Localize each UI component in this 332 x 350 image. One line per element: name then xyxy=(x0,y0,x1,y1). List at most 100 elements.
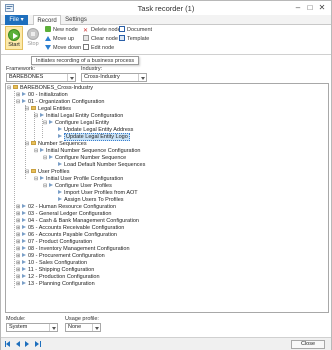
tree-node[interactable]: ⊞ 09 - Procurement Configuration xyxy=(16,253,105,260)
process-icon xyxy=(58,134,62,138)
collapse-icon: ⊟ xyxy=(43,120,48,126)
tree-node[interactable]: ⊞ 05 - Accounts Receivable Configuration xyxy=(16,225,124,232)
expand-icon: ⊞ xyxy=(16,239,21,245)
start-tooltip: Initiates recording of a business proces… xyxy=(31,56,140,65)
tree-node[interactable]: Assign Users To Profiles xyxy=(58,197,124,204)
tree-node[interactable]: ⊟ Configure User Profiles xyxy=(43,183,112,190)
tree-node-label: 07 - Product Configuration xyxy=(28,239,93,245)
folder-icon xyxy=(31,141,36,145)
tree-node[interactable]: ⊟ 01 - Organization Configuration xyxy=(16,99,104,106)
tree-node-label: User Profiles xyxy=(38,169,70,175)
close-window-button[interactable]: ✕ xyxy=(315,3,329,13)
expand-icon: ⊞ xyxy=(16,281,21,287)
tree-node-label: 12 - Production Configuration xyxy=(28,274,100,280)
tree-node[interactable]: ⊟ Configure Number Sequence xyxy=(43,155,126,162)
title-bar: Task recorder (1) – □ ✕ xyxy=(1,1,331,15)
expand-icon: ⊞ xyxy=(16,204,21,210)
ribbon-tabs: File ▾ Record Settings xyxy=(1,15,331,26)
tree-node[interactable]: ⊞ 06 - Accounts Payable Configuration xyxy=(16,232,117,239)
tree-node-label: 05 - Accounts Receivable Configuration xyxy=(28,225,125,231)
move-down-button[interactable]: Move down xyxy=(45,44,81,52)
tree-node-label: 00 - Initialization xyxy=(28,92,68,98)
stop-label: Stop xyxy=(27,41,39,47)
tree-node-label: Initial Number Sequence Configuration xyxy=(46,148,141,154)
tree-node[interactable]: ⊞ 04 - Cash & Bank Management Configurati… xyxy=(16,218,139,225)
process-icon xyxy=(22,92,26,96)
edit-icon xyxy=(83,44,89,50)
new-node-label: New node xyxy=(53,27,78,33)
tree-node[interactable]: ⊞ 12 - Production Configuration xyxy=(16,274,100,281)
tree-node[interactable]: ⊞ 00 - Initialization xyxy=(16,92,68,99)
process-tree[interactable]: ⊟ BAREBONES_Cross-Industry ⊞ 00 - Initiali… xyxy=(5,83,329,313)
process-icon xyxy=(40,176,44,180)
new-node-button[interactable]: New node xyxy=(45,26,78,34)
tree-node-label: 08 - Inventory Management Configuration xyxy=(28,246,130,252)
expand-icon: ⊞ xyxy=(16,267,21,273)
process-icon xyxy=(22,99,26,103)
tree-node-label: Load Default Number Sequences xyxy=(64,162,146,168)
process-icon xyxy=(22,267,26,271)
industry-select[interactable]: Cross-Industry xyxy=(81,73,147,82)
edit-node-button[interactable]: Edit node xyxy=(83,44,114,52)
stop-button[interactable]: Stop xyxy=(24,26,42,50)
previous-record-icon[interactable] xyxy=(15,341,21,347)
tree-node-label: Number Sequences xyxy=(38,141,87,147)
clear-node-button[interactable]: Clear node xyxy=(83,35,118,43)
tree-node-label: Configure Legal Entity xyxy=(55,120,110,126)
tab-settings[interactable]: Settings xyxy=(63,15,89,25)
move-up-button[interactable]: Move up xyxy=(45,35,74,43)
process-icon xyxy=(22,204,26,208)
tree-node[interactable]: ⊟ Legal Entities xyxy=(25,106,71,113)
status-bar: Close xyxy=(1,337,331,350)
tree-node-label: Initial Legal Entity Configuration xyxy=(46,113,124,119)
framework-select[interactable]: BAREBONES xyxy=(6,73,76,82)
process-icon xyxy=(22,274,26,278)
tree-node[interactable]: ⊟ Initial Number Sequence Configuration xyxy=(34,148,140,155)
first-record-icon[interactable] xyxy=(5,341,11,347)
tree-node-label: 03 - General Ledger Configuration xyxy=(28,211,112,217)
expand-icon: ⊞ xyxy=(16,92,21,98)
close-button[interactable]: Close xyxy=(291,340,325,349)
tree-node-label: Configure Number Sequence xyxy=(55,155,127,161)
tab-file[interactable]: File ▾ xyxy=(5,15,28,25)
process-icon xyxy=(22,253,26,257)
tree-node[interactable]: ⊞ 07 - Product Configuration xyxy=(16,239,92,246)
process-icon xyxy=(40,113,44,117)
tree-node[interactable]: ⊟ Initial User Profile Configuration xyxy=(34,176,123,183)
tree-node[interactable]: ⊞ 03 - General Ledger Configuration xyxy=(16,211,111,218)
last-record-icon[interactable] xyxy=(35,341,41,347)
template-button[interactable]: Template xyxy=(119,35,149,43)
collapse-icon: ⊟ xyxy=(16,99,21,105)
tree-node-root[interactable]: ⊟ BAREBONES_Cross-Industry xyxy=(7,85,93,92)
expand-icon: ⊞ xyxy=(16,274,21,280)
next-record-icon[interactable] xyxy=(25,341,31,347)
process-icon xyxy=(22,260,26,264)
collapse-icon: ⊟ xyxy=(43,155,48,161)
tree-node[interactable]: Import User Profiles from AOT xyxy=(58,190,138,197)
tree-node-label: 06 - Accounts Payable Configuration xyxy=(28,232,117,238)
tree-node[interactable]: ⊞ 02 - Human Resource Configuration xyxy=(16,204,116,211)
process-icon xyxy=(49,120,53,124)
tree-node-label: 11 - Shipping Configuration xyxy=(28,267,95,273)
tree-node[interactable]: ⊟ Configure Legal Entity xyxy=(43,120,109,127)
tree-node[interactable]: ⊞ 11 - Shipping Configuration xyxy=(16,267,94,274)
folder-icon xyxy=(31,169,36,173)
tree-node[interactable]: Load Default Number Sequences xyxy=(58,162,145,169)
process-icon xyxy=(22,225,26,229)
tree-node-selected[interactable]: Update Legal Entity Logo xyxy=(58,133,130,141)
tree-node[interactable]: ⊞ 08 - Inventory Management Configuration xyxy=(16,246,130,253)
delete-node-button[interactable]: ✕ Delete node xyxy=(83,26,121,34)
tree-node[interactable]: ⊟ Initial Legal Entity Configuration xyxy=(34,113,123,120)
edit-node-label: Edit node xyxy=(91,45,115,51)
template-icon xyxy=(119,35,125,41)
ribbon: Start Stop New node Move up Move down ✕ D… xyxy=(1,25,331,55)
tree-node[interactable]: ⊞ 10 - Sales Configuration xyxy=(16,260,87,267)
document-button[interactable]: Document xyxy=(119,26,152,34)
module-select[interactable]: System xyxy=(6,323,58,332)
start-button[interactable]: Start xyxy=(5,26,23,50)
tree-node[interactable]: ⊟ Number Sequences xyxy=(25,141,87,148)
tree-node[interactable]: ⊞ 13 - Planning Configuration xyxy=(16,281,95,288)
tree-node[interactable]: ⊟ User Profiles xyxy=(25,169,69,176)
expand-icon: ⊞ xyxy=(16,218,21,224)
usage-profile-select[interactable]: None xyxy=(65,323,101,332)
